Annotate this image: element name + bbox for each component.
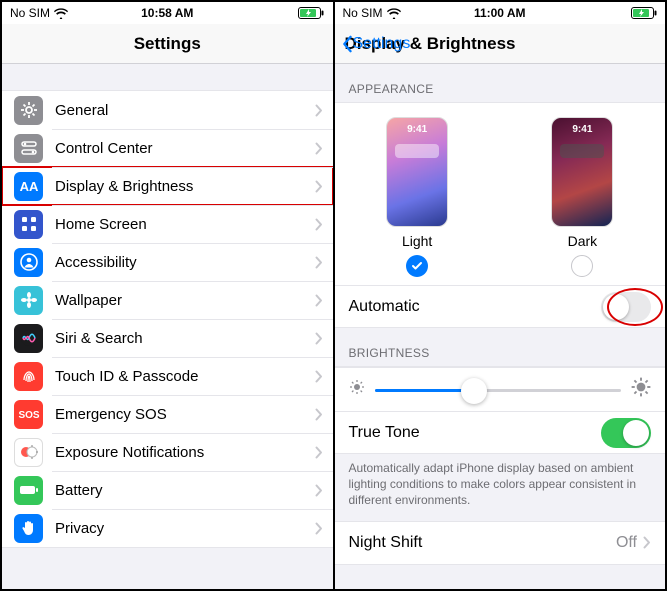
nightshift-label: Night Shift — [349, 534, 423, 552]
chevron-right-icon — [315, 256, 323, 269]
nightshift-row[interactable]: Night Shift Off — [335, 522, 666, 564]
gear-icon — [14, 96, 43, 125]
person-icon — [14, 248, 43, 277]
carrier-label: No SIM — [10, 6, 50, 20]
nightshift-value: Off — [616, 534, 637, 552]
battery-icon — [298, 7, 324, 19]
settings-row-home-screen[interactable]: Home Screen — [2, 205, 333, 243]
chevron-right-icon — [315, 522, 323, 535]
settings-row-wallpaper[interactable]: Wallpaper — [2, 281, 333, 319]
settings-row-display-brightness[interactable]: AA Display & Brightness — [2, 167, 333, 205]
clock-label: 11:00 AM — [447, 6, 552, 20]
appearance-dark[interactable]: 9:41 Dark — [551, 117, 613, 277]
chevron-right-icon — [315, 370, 323, 383]
chevron-right-icon — [315, 446, 323, 459]
truetone-row: True Tone — [335, 411, 666, 453]
row-label: Exposure Notifications — [55, 444, 315, 461]
row-label: Home Screen — [55, 216, 315, 233]
switches-icon — [14, 134, 43, 163]
chevron-right-icon — [315, 294, 323, 307]
chevron-right-icon — [315, 484, 323, 497]
row-label: Emergency SOS — [55, 406, 315, 423]
hand-icon — [14, 514, 43, 543]
light-label: Light — [402, 233, 432, 249]
dark-label: Dark — [568, 233, 598, 249]
brightness-header: BRIGHTNESS — [335, 328, 666, 366]
settings-row-control-center[interactable]: Control Center — [2, 129, 333, 167]
nav-bar: Settings Display & Brightness — [335, 24, 666, 64]
svg-text:SOS: SOS — [18, 410, 39, 421]
truetone-switch[interactable] — [601, 418, 651, 448]
back-button[interactable]: Settings — [341, 35, 411, 53]
carrier-label: No SIM — [343, 6, 383, 20]
brightness-slider[interactable] — [375, 376, 622, 404]
dark-thumbnail: 9:41 — [551, 117, 613, 227]
chevron-right-icon — [643, 536, 651, 549]
row-label: Wallpaper — [55, 292, 315, 309]
chevron-right-icon — [315, 408, 323, 421]
display-brightness-pane: No SIM 11:00 AM Settings Display & Brigh… — [333, 2, 666, 589]
automatic-label: Automatic — [349, 298, 420, 316]
settings-row-exposure-notifications[interactable]: Exposure Notifications — [2, 433, 333, 471]
nav-bar: Settings — [2, 24, 333, 64]
chevron-right-icon — [315, 180, 323, 193]
row-label: Privacy — [55, 520, 315, 537]
fingerprint-icon — [14, 362, 43, 391]
settings-row-emergency-sos[interactable]: SOS Emergency SOS — [2, 395, 333, 433]
status-bar: No SIM 11:00 AM — [335, 2, 666, 24]
settings-pane: No SIM 10:58 AM Settings General Control… — [2, 2, 333, 589]
siri-icon — [14, 324, 43, 353]
light-thumbnail: 9:41 — [386, 117, 448, 227]
settings-row-general[interactable]: General — [2, 91, 333, 129]
row-label: Accessibility — [55, 254, 315, 271]
status-bar: No SIM 10:58 AM — [2, 2, 333, 24]
settings-row-siri-search[interactable]: Siri & Search — [2, 319, 333, 357]
automatic-row: Automatic — [335, 285, 666, 327]
truetone-footer: Automatically adapt iPhone display based… — [335, 454, 666, 521]
row-label: Battery — [55, 482, 315, 499]
settings-row-privacy[interactable]: Privacy — [2, 509, 333, 547]
wifi-icon — [54, 8, 68, 19]
grid-icon — [14, 210, 43, 239]
svg-text:AA: AA — [19, 179, 38, 194]
sun-low-icon — [349, 379, 365, 400]
battery-icon — [14, 476, 43, 505]
radio-checked-icon — [406, 255, 428, 277]
back-label: Settings — [353, 35, 411, 53]
row-label: Touch ID & Passcode — [55, 368, 315, 385]
page-title: Settings — [134, 34, 201, 54]
row-label: Control Center — [55, 140, 315, 157]
chevron-right-icon — [315, 332, 323, 345]
wifi-icon — [387, 8, 401, 19]
settings-row-battery[interactable]: Battery — [2, 471, 333, 509]
row-label: Display & Brightness — [55, 178, 315, 195]
radio-unchecked-icon — [571, 255, 593, 277]
chevron-right-icon — [315, 142, 323, 155]
settings-row-accessibility[interactable]: Accessibility — [2, 243, 333, 281]
sos-icon: SOS — [14, 400, 43, 429]
battery-icon — [631, 7, 657, 19]
flower-icon — [14, 286, 43, 315]
sun-high-icon — [631, 377, 651, 402]
row-label: Siri & Search — [55, 330, 315, 347]
chevron-right-icon — [315, 104, 323, 117]
truetone-label: True Tone — [349, 424, 420, 442]
appearance-header: APPEARANCE — [335, 64, 666, 102]
clock-label: 10:58 AM — [115, 6, 220, 20]
appearance-light[interactable]: 9:41 Light — [386, 117, 448, 277]
aa-icon: AA — [14, 172, 43, 201]
brightness-slider-row — [335, 367, 666, 411]
settings-row-touch-id-passcode[interactable]: Touch ID & Passcode — [2, 357, 333, 395]
automatic-switch[interactable] — [601, 292, 651, 322]
chevron-right-icon — [315, 218, 323, 231]
exposure-icon — [14, 438, 43, 467]
row-label: General — [55, 102, 315, 119]
